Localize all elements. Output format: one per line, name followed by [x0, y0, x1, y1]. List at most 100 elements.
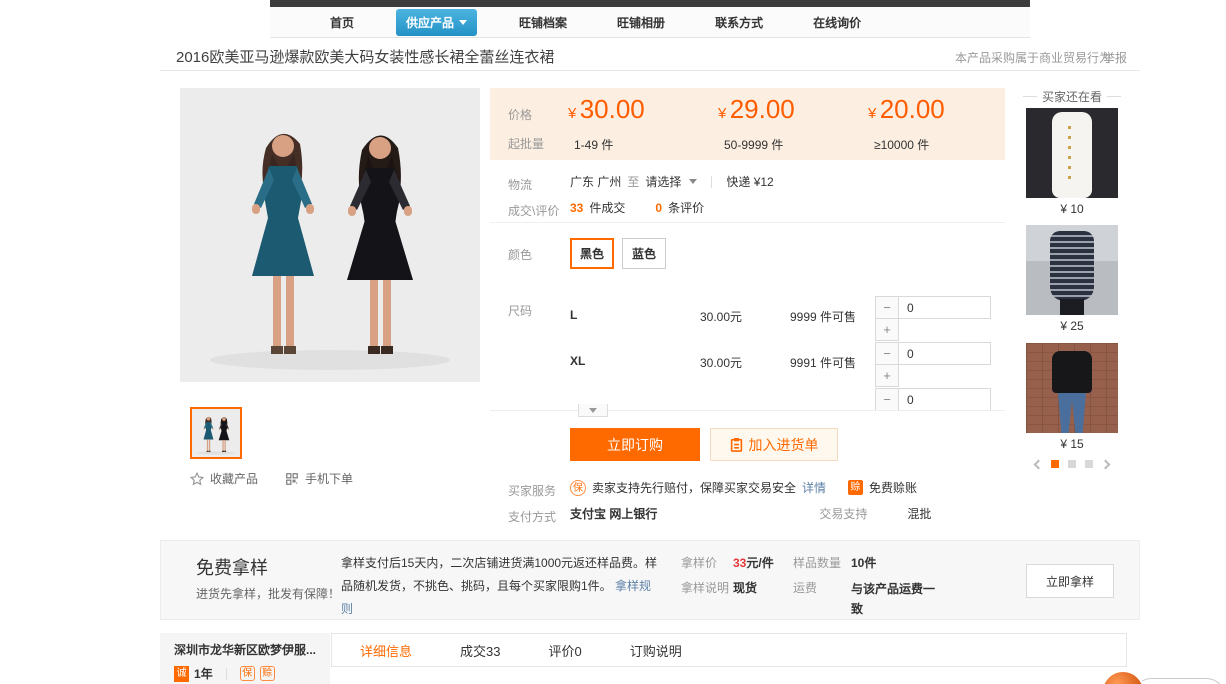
minus-button[interactable]: − — [875, 388, 899, 411]
sidebar-product-2[interactable]: ¥ 25 — [1026, 225, 1118, 333]
deals-row: 33 件成交 0 条评价 — [570, 199, 704, 216]
deal-count[interactable]: 33 — [570, 201, 583, 215]
currency-symbol: ¥ — [718, 105, 726, 122]
quantity-input[interactable] — [899, 388, 991, 411]
mobile-order-button[interactable]: 手机下单 — [285, 470, 353, 487]
favorite-label: 收藏产品 — [210, 470, 258, 487]
color-option-black[interactable]: 黑色 — [570, 238, 614, 269]
sample-price-label: 拿样价 — [681, 554, 717, 571]
tier-price: 30.00 — [580, 94, 645, 124]
sample-qty-value: 10件 — [851, 554, 876, 571]
free-sample-title: 免费拿样 — [196, 554, 268, 580]
quantity-stepper: − — [875, 388, 995, 411]
product-thumbnail[interactable] — [190, 407, 242, 459]
sku-stock: 9991 件可售 — [790, 354, 856, 371]
sku-size: L — [570, 308, 577, 322]
divider — [226, 668, 227, 680]
add-to-cart-button[interactable]: 加入进货单 — [710, 428, 838, 461]
favorite-button[interactable]: 收藏产品 — [190, 470, 258, 487]
divider — [160, 70, 1140, 71]
tab-reviews[interactable]: 评价0 — [548, 641, 581, 660]
top-dark-bar — [270, 0, 1030, 7]
mobile-order-label: 手机下单 — [305, 470, 353, 487]
chat-widget-pill[interactable] — [1132, 678, 1226, 684]
sku-price: 30.00元 — [700, 308, 742, 325]
nav-tab-inquiry[interactable]: 在线询价 — [805, 9, 869, 36]
chevron-down-icon[interactable] — [689, 179, 697, 184]
sample-freight-value: 与该产品运费一致 — [851, 579, 943, 619]
nav-tab-products-label: 供应产品 — [406, 14, 454, 31]
plus-button[interactable]: + — [875, 318, 899, 341]
detail-link[interactable]: 详情 — [802, 479, 826, 496]
deal-suffix: 件成交 — [589, 199, 625, 216]
shop-card: 深圳市龙华新区欧梦伊服... 诚 1年 保 赊 — [160, 633, 330, 684]
ship-from: 广东 广州 — [570, 173, 621, 190]
store-navbar: 首页 供应产品 旺铺档案 旺铺相册 联系方式 在线询价 — [270, 7, 1030, 38]
plus-button[interactable]: + — [875, 364, 899, 387]
price-tier: ¥ 20.00 ≥10000 件 — [868, 94, 945, 125]
review-count[interactable]: 0 — [655, 201, 662, 215]
destination-select[interactable]: 请选择 — [645, 173, 681, 190]
nav-tab-album[interactable]: 旺铺相册 — [609, 9, 673, 36]
pager-dot-1[interactable] — [1051, 460, 1059, 468]
credit-text: 免费赊账 — [869, 479, 917, 496]
sidebar-price: ¥ 10 — [1026, 202, 1118, 216]
pager-dot-2[interactable] — [1068, 460, 1076, 468]
nav-tab-products[interactable]: 供应产品 — [396, 9, 477, 36]
buyer-service-label: 买家服务 — [508, 482, 556, 499]
tab-deals[interactable]: 成交33 — [460, 641, 500, 660]
guarantee-text: 卖家支持先行赔付，保障买家交易安全 — [592, 479, 796, 496]
shop-years: 1年 — [194, 665, 213, 682]
tier-qty: 1-49 件 — [574, 136, 613, 153]
also-viewed-sidebar: 买家还在看 ¥ 10 ¥ 25 ¥ 15 — [1022, 88, 1122, 105]
quantity-stepper: − + — [875, 342, 995, 387]
chevron-down-icon — [459, 20, 467, 25]
guarantee-badge-icon: 保 — [570, 480, 586, 496]
expand-sizes-button[interactable] — [578, 404, 608, 417]
sidebar-price: ¥ 25 — [1026, 319, 1118, 333]
payment-label: 支付方式 — [508, 508, 556, 525]
order-now-button[interactable]: 立即订购 — [570, 428, 700, 461]
free-sample-section: 免费拿样 进货先拿样，批发有保障！ 拿样支付后15天内，二次店铺进货满1000元… — [160, 540, 1140, 620]
tier-price: 20.00 — [880, 94, 945, 124]
guarantee-badge-icon: 保 — [240, 666, 255, 681]
sidebar-product-3[interactable]: ¥ 15 — [1026, 343, 1118, 451]
prev-arrow-icon[interactable] — [1034, 459, 1044, 469]
divider — [490, 222, 1005, 223]
tab-detail-info[interactable]: 详细信息 — [360, 641, 412, 660]
shop-name[interactable]: 深圳市龙华新区欧梦伊服... — [174, 641, 330, 658]
quantity-input[interactable] — [899, 342, 991, 365]
next-arrow-icon[interactable] — [1101, 459, 1111, 469]
nav-tab-archive[interactable]: 旺铺档案 — [511, 9, 575, 36]
product-photo — [1026, 343, 1118, 433]
chat-widget-ball[interactable] — [1101, 670, 1145, 684]
credit-member-icon: 诚 — [174, 666, 189, 682]
divider — [711, 176, 712, 188]
logistics-row: 广东 广州 至 请选择 快递 ¥12 — [570, 173, 774, 190]
trade-support-value: 混批 — [907, 505, 931, 522]
get-sample-button[interactable]: 立即拿样 — [1026, 564, 1114, 598]
payment-row: 支付宝 网上银行 交易支持 混批 — [570, 505, 931, 522]
sku-size: XL — [570, 354, 585, 368]
nav-tab-contact[interactable]: 联系方式 — [707, 9, 771, 36]
sidebar-product-1[interactable]: ¥ 10 — [1026, 108, 1118, 216]
minus-button[interactable]: − — [875, 296, 899, 319]
free-sample-desc: 拿样支付后15天内，二次店铺进货满1000元返还样品费。样品随机发货，不挑色、挑… — [341, 552, 661, 621]
free-sample-slogan: 进货先拿样，批发有保障！ — [196, 585, 340, 602]
minus-button[interactable]: − — [875, 342, 899, 365]
pager-dot-3[interactable] — [1085, 460, 1093, 468]
detail-tabs-bar: 详细信息 成交33 评价0 订购说明 — [331, 633, 1127, 667]
sidebar-price: ¥ 15 — [1026, 437, 1118, 451]
sku-row-l: L 30.00元 9999 件可售 − + — [490, 294, 1005, 340]
currency-symbol: ¥ — [568, 105, 576, 122]
tab-order-notes[interactable]: 订购说明 — [630, 641, 682, 660]
quantity-input[interactable] — [899, 296, 991, 319]
sku-price: 30.00元 — [700, 354, 742, 371]
add-to-cart-label: 加入进货单 — [749, 435, 819, 455]
product-page: 首页 供应产品 旺铺档案 旺铺相册 联系方式 在线询价 2016欧美亚马逊爆款欧… — [0, 0, 1226, 684]
report-link[interactable]: 举报 — [1103, 49, 1127, 66]
color-option-blue[interactable]: 蓝色 — [622, 238, 666, 269]
tier-qty: 50-9999 件 — [724, 136, 783, 153]
nav-tab-home[interactable]: 首页 — [322, 9, 362, 36]
shop-meta: 诚 1年 保 赊 — [174, 665, 330, 682]
